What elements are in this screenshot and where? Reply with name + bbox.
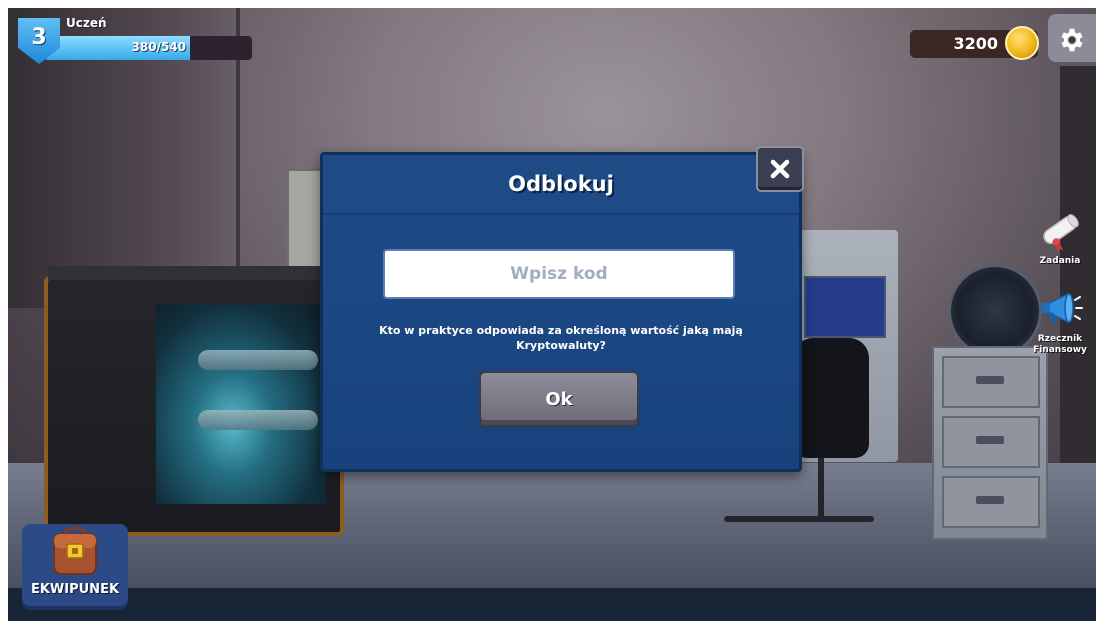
diploma-scroll-icon [1043, 214, 1079, 254]
dialog-title: Odblokuj [508, 172, 614, 196]
tasks-label: Zadania [1039, 256, 1081, 266]
inventory-button[interactable]: EKWIPUNEK [22, 524, 128, 610]
unlock-dialog: Odblokuj Kto w praktyce odpowiada za okr… [320, 152, 802, 472]
settings-button[interactable] [1048, 14, 1096, 66]
inventory-label: EKWIPUNEK [30, 582, 120, 597]
backpack-icon [53, 526, 97, 575]
tasks-button[interactable]: Zadania [1028, 208, 1092, 267]
ok-button[interactable]: Ok [479, 371, 639, 427]
xp-text: 380/540 [131, 40, 186, 54]
code-input[interactable] [383, 249, 735, 299]
coin-amount: 3200 [953, 34, 998, 53]
close-icon [770, 159, 790, 179]
question-text: Kto w praktyce odpowiada za określoną wa… [379, 324, 743, 352]
close-button[interactable] [756, 146, 804, 192]
megaphone-icon [1042, 292, 1083, 324]
game-screen: 3 Uczeń 380/540 3200 Zadania Rzecznik Fi… [0, 0, 1096, 621]
bottom-bar [8, 588, 1096, 621]
financial-ombudsman-label: Rzecznik Finansowy [1033, 334, 1087, 355]
gear-icon [1061, 28, 1083, 52]
financial-ombudsman-button[interactable]: Rzecznik Finansowy [1028, 286, 1092, 356]
player-level: 3 [31, 25, 47, 50]
player-rank: Uczeń [66, 16, 107, 30]
gold-coin-icon [1005, 26, 1039, 60]
